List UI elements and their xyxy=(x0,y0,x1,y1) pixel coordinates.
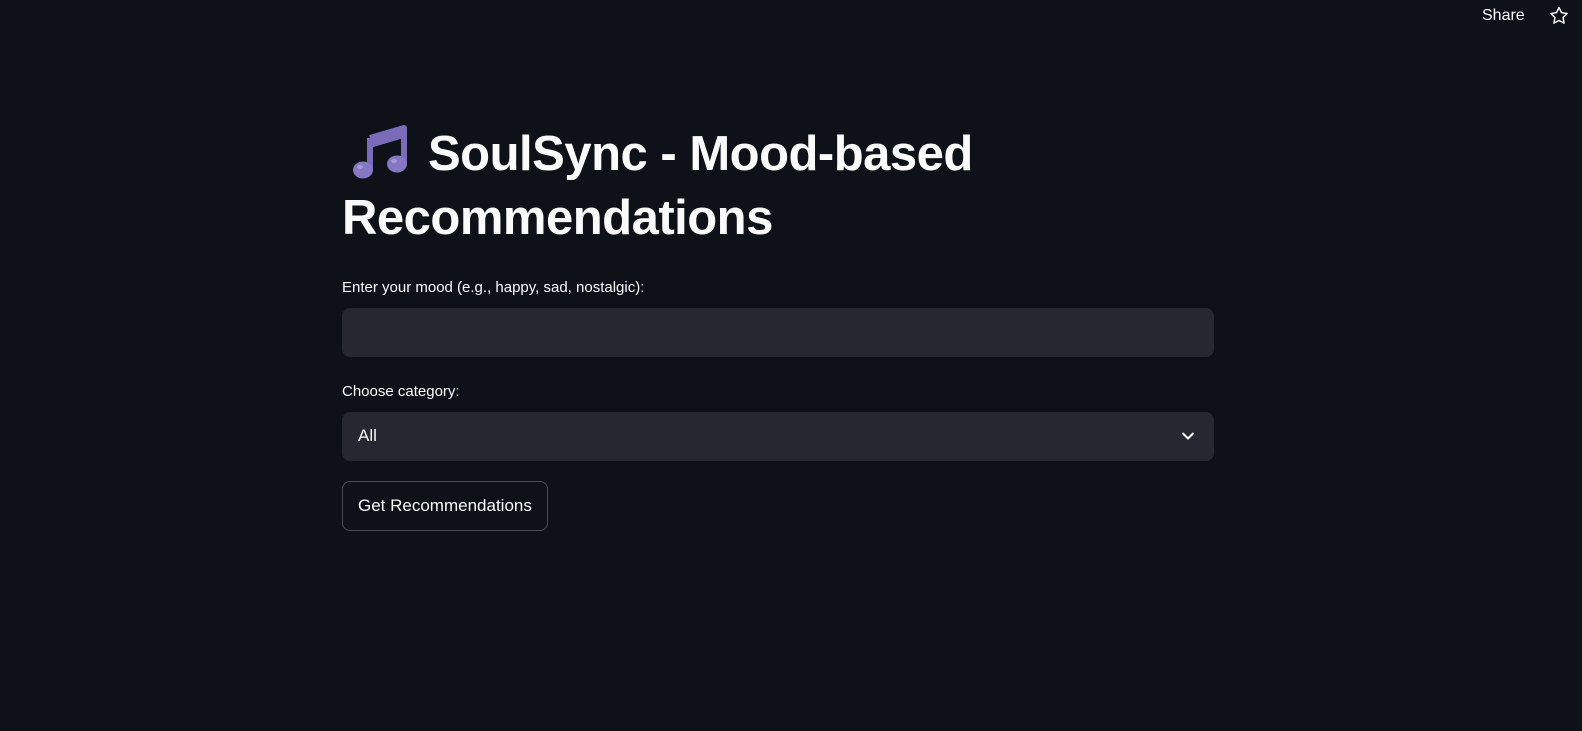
category-select[interactable]: All xyxy=(342,412,1214,461)
category-label: Choose category: xyxy=(342,383,460,400)
category-selected-value: All xyxy=(358,426,377,445)
mood-input[interactable] xyxy=(342,308,1214,357)
page-title-text: SoulSync - Mood-based Recommendations xyxy=(342,127,973,245)
top-header: Share xyxy=(0,0,1582,34)
page-title: SoulSync - Mood-based Recommendations xyxy=(342,122,1214,250)
share-link[interactable]: Share xyxy=(1482,6,1525,26)
get-recommendations-button[interactable]: Get Recommendations xyxy=(342,481,548,531)
chevron-down-icon xyxy=(1180,428,1196,444)
star-icon[interactable] xyxy=(1548,5,1570,27)
mood-label: Enter your mood (e.g., happy, sad, nosta… xyxy=(342,279,645,296)
musical-notes-icon xyxy=(350,124,412,180)
